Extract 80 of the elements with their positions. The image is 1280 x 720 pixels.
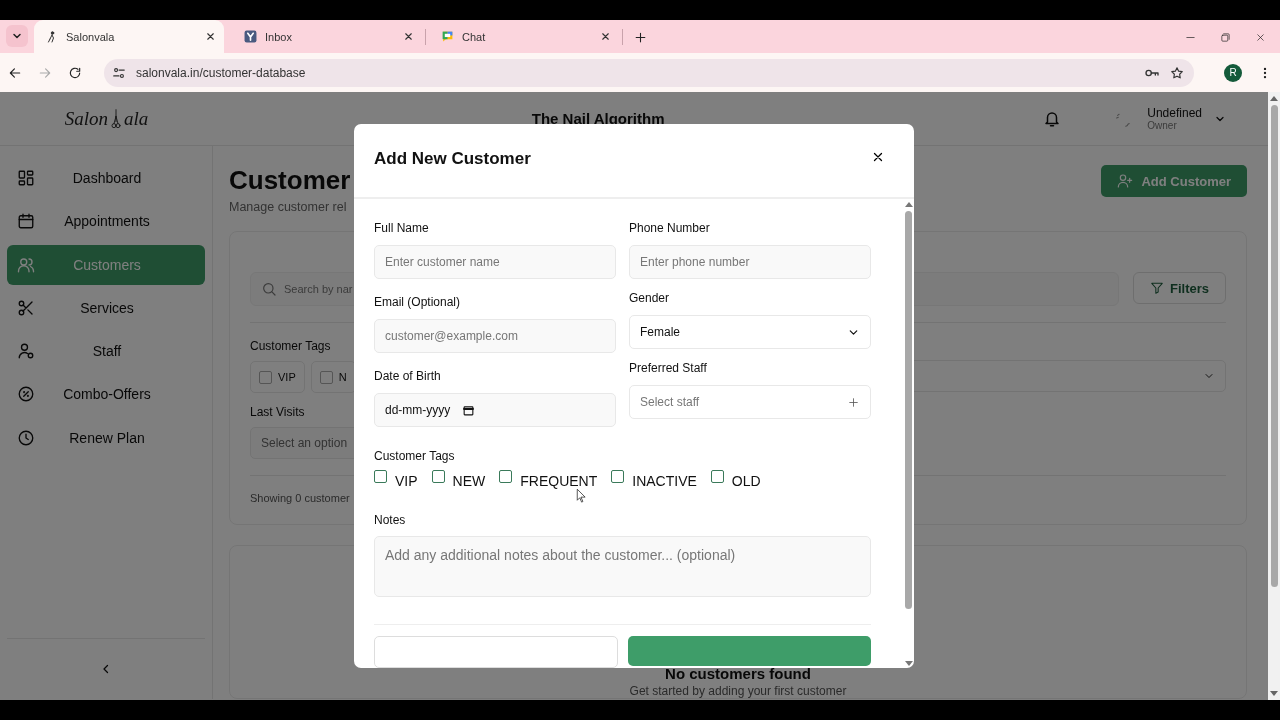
text-field[interactable]: customer@example.com xyxy=(374,319,616,353)
tag-checkbox[interactable]: INACTIVE xyxy=(611,473,697,489)
field-label: Notes xyxy=(374,513,407,527)
tab-title: Inbox xyxy=(265,30,293,43)
browser-tab[interactable]: Salonvala xyxy=(34,20,224,53)
dashboard-icon xyxy=(17,169,35,187)
close-icon[interactable] xyxy=(205,31,216,42)
sidebar-item[interactable]: Renew Plan xyxy=(7,417,205,458)
scroll-up-arrow[interactable] xyxy=(904,202,913,207)
tab-title: Chat xyxy=(462,30,487,43)
plus-icon xyxy=(847,395,860,409)
users-icon xyxy=(17,255,35,274)
restore-icon[interactable] xyxy=(1220,32,1231,43)
scissors-icon xyxy=(17,298,35,317)
scrollbar-thumb[interactable] xyxy=(1270,105,1278,587)
page-subtitle: Manage customer rel xyxy=(229,200,347,214)
staff-picker[interactable]: Select staff xyxy=(629,385,871,419)
search-icon xyxy=(261,281,277,297)
field-label: Full Name xyxy=(374,221,430,235)
modal-title: Add New Customer xyxy=(374,148,531,169)
filter-label: Last Visits xyxy=(250,405,305,419)
chat-bubble-icon xyxy=(441,30,454,43)
field-label: Date of Birth xyxy=(374,369,442,383)
discount-icon xyxy=(17,385,35,404)
field-label: Email (Optional) xyxy=(374,295,462,309)
tag-checkbox[interactable]: OLD xyxy=(710,473,761,489)
mouse-pointer-icon xyxy=(576,489,586,504)
date-field[interactable]: dd-mm-yyyy xyxy=(374,393,616,427)
scroll-up-arrow[interactable] xyxy=(1270,96,1278,101)
reload-icon[interactable] xyxy=(68,65,82,80)
tab-list-button[interactable] xyxy=(6,25,28,47)
page-title: Customer xyxy=(229,164,351,196)
tag-checkbox[interactable]: VIP xyxy=(374,473,418,489)
star-icon[interactable] xyxy=(1170,65,1184,80)
logo-text: Salon xyxy=(64,107,108,130)
notes-field[interactable]: Add any additional notes about the customer... (optional) xyxy=(374,536,871,597)
profile-avatar[interactable]: R xyxy=(1224,63,1242,82)
select-field[interactable]: Female xyxy=(629,315,871,349)
filter-icon xyxy=(1150,281,1164,295)
user-plus-icon xyxy=(1117,173,1134,189)
empty-message: Get started by adding your first customer xyxy=(629,684,847,698)
clock-icon xyxy=(17,428,35,447)
empty-title: No customers found xyxy=(665,666,811,682)
field-label: Gender xyxy=(629,291,671,305)
results-count: Showing 0 customer xyxy=(250,492,350,504)
y-logo-icon xyxy=(244,30,257,43)
back-icon[interactable] xyxy=(8,65,22,80)
sidebar-item[interactable]: Appointments xyxy=(7,201,205,242)
sidebar-item[interactable]: Staff xyxy=(7,331,205,372)
browser-tab[interactable]: Chat xyxy=(429,20,619,53)
bell-icon[interactable] xyxy=(1043,109,1062,128)
field-label: Phone Number xyxy=(629,221,711,235)
field-label: Customer Tags xyxy=(374,449,456,463)
user-gear-icon xyxy=(17,342,35,361)
tag-checkbox[interactable]: FREQUENT xyxy=(499,473,598,489)
text-field[interactable]: Enter customer name xyxy=(374,245,616,279)
address-bar[interactable]: salonvala.in/customer-database xyxy=(104,58,1194,87)
scrollbar-thumb[interactable] xyxy=(905,211,912,609)
tag-checkbox[interactable]: NEW xyxy=(431,473,486,489)
sidebar-item[interactable]: Combo-Offers xyxy=(7,374,205,415)
field-label: Preferred Staff xyxy=(629,361,708,375)
site-settings-icon xyxy=(112,65,126,80)
scroll-down-arrow[interactable] xyxy=(904,661,913,666)
filter-label: Customer Tags xyxy=(250,339,331,353)
business-name: The Nail Algorithm xyxy=(530,110,666,129)
calendar-icon xyxy=(17,212,35,231)
logo-text: ala xyxy=(124,107,149,130)
sidebar-item[interactable]: Dashboard xyxy=(7,158,205,198)
tag-checkbox[interactable]: VIP xyxy=(250,361,305,393)
browser-tab[interactable]: Inbox xyxy=(232,20,422,53)
user-role: Owner xyxy=(1147,120,1178,131)
text-field[interactable]: Enter phone number xyxy=(629,245,871,279)
close-icon[interactable] xyxy=(403,31,414,42)
filters-button[interactable]: Filters xyxy=(1133,272,1226,304)
new-tab-icon[interactable] xyxy=(634,31,647,44)
tab-title: Salonvala xyxy=(66,30,116,43)
calendar-icon xyxy=(462,403,476,417)
user-name: Undefined xyxy=(1147,106,1202,120)
sidebar-item[interactable]: Services xyxy=(7,287,205,328)
close-icon[interactable] xyxy=(600,31,611,42)
